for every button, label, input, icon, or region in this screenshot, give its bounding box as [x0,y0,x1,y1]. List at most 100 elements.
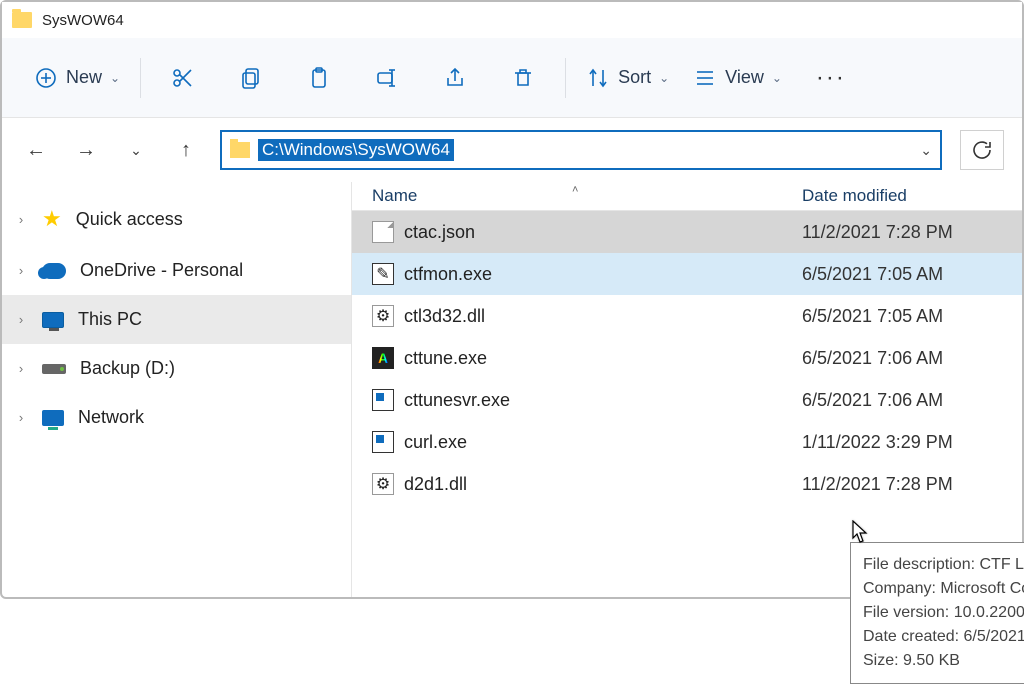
expand-icon[interactable]: › [14,212,28,227]
sort-icon [586,66,610,90]
file-date: 6/5/2021 7:05 AM [802,306,1022,327]
title-bar: SysWOW64 [2,2,1022,38]
tooltip-line: Company: Microsoft Corporation [863,577,1024,601]
file-dll-icon: ⚙ [372,305,394,327]
file-exe-icon: A [372,347,394,369]
share-button[interactable] [421,58,489,98]
more-button[interactable]: ··· [794,56,868,100]
view-icon [693,66,717,90]
new-button[interactable]: New ⌄ [22,58,132,98]
chevron-down-icon: ⌄ [110,71,120,85]
file-row[interactable]: ⚙ ctl3d32.dll 6/5/2021 7:05 AM [352,295,1022,337]
monitor-icon [42,312,64,328]
sidebar-item-this-pc[interactable]: › This PC [2,295,351,344]
new-label: New [66,67,102,88]
file-tooltip: File description: CTF Loader Company: Mi… [850,542,1024,684]
copy-icon [239,66,263,90]
refresh-button[interactable] [960,130,1004,170]
view-button[interactable]: View ⌄ [681,58,794,98]
file-exe-icon: ✎ [372,263,394,285]
tooltip-line: File version: 10.0.22000.1 [863,601,1024,625]
column-label: Name [372,186,417,205]
column-label: Date modified [802,186,907,205]
column-headers: Name ˄ Date modified [352,182,1022,211]
sidebar-item-network[interactable]: › Network [2,393,351,442]
copy-button[interactable] [217,58,285,98]
file-name: ctfmon.exe [404,264,492,285]
column-header-date[interactable]: Date modified [802,186,1022,206]
cut-button[interactable] [149,58,217,98]
sidebar-item-onedrive[interactable]: › OneDrive - Personal [2,246,351,295]
sidebar-item-backup-drive[interactable]: › Backup (D:) [2,344,351,393]
column-header-name[interactable]: Name ˄ [372,186,802,206]
file-json-icon [372,221,394,243]
rename-button[interactable] [353,58,421,98]
back-button[interactable]: ← [20,134,52,166]
file-exe-icon [372,431,394,453]
toolbar: New ⌄ Sort ⌄ View ⌄ ··· [2,38,1022,118]
sort-button[interactable]: Sort ⌄ [574,58,681,98]
file-name: cttunesvr.exe [404,390,510,411]
expand-icon[interactable]: › [14,361,28,376]
up-button[interactable]: ↑ [170,134,202,166]
file-name: cttune.exe [404,348,487,369]
expand-icon[interactable]: › [14,312,28,327]
ellipsis-icon: ··· [816,64,846,92]
file-row[interactable]: ⚙ d2d1.dll 11/2/2021 7:28 PM [352,463,1022,505]
file-exe-icon [372,389,394,411]
share-icon [443,66,467,90]
navigation-pane: › ★ Quick access › OneDrive - Personal ›… [2,182,352,597]
file-date: 11/2/2021 7:28 PM [802,222,1022,243]
sidebar-item-label: Network [78,407,144,428]
expand-icon[interactable]: › [14,410,28,425]
file-date: 6/5/2021 7:05 AM [802,264,1022,285]
window-folder-icon [12,12,32,28]
file-name: d2d1.dll [404,474,467,495]
chevron-down-icon: ⌄ [772,71,782,85]
clipboard-icon [307,66,331,90]
file-date: 11/2/2021 7:28 PM [802,474,1022,495]
window-title: SysWOW64 [42,12,124,29]
tooltip-line: File description: CTF Loader [863,553,1024,577]
file-date: 6/5/2021 7:06 AM [802,390,1022,411]
file-row[interactable]: Acttune.exe 6/5/2021 7:06 AM [352,337,1022,379]
file-dll-icon: ⚙ [372,473,394,495]
recent-locations-button[interactable]: ⌄ [120,134,152,166]
sidebar-item-quick-access[interactable]: › ★ Quick access [2,192,351,246]
network-icon [42,410,64,426]
delete-button[interactable] [489,58,557,98]
tooltip-line: Date created: 6/5/2021 7:05 AM [863,625,1024,649]
sidebar-item-label: Quick access [76,209,183,230]
address-bar-row: ← → ⌄ ↑ C:\Windows\SysWOW64 ⌄ [2,118,1022,182]
trash-icon [511,66,535,90]
file-name: ctl3d32.dll [404,306,485,327]
toolbar-divider [140,58,141,98]
file-row[interactable]: curl.exe 1/11/2022 3:29 PM [352,421,1022,463]
file-row[interactable]: cttunesvr.exe 6/5/2021 7:06 AM [352,379,1022,421]
file-date: 1/11/2022 3:29 PM [802,432,1022,453]
cloud-icon [42,263,66,279]
address-path: C:\Windows\SysWOW64 [258,139,454,161]
sidebar-item-label: This PC [78,309,142,330]
forward-button[interactable]: → [70,134,102,166]
sidebar-item-label: OneDrive - Personal [80,260,243,281]
star-icon: ★ [42,206,62,232]
folder-icon [230,142,250,158]
chevron-down-icon: ⌄ [659,71,669,85]
toolbar-divider [565,58,566,98]
view-label: View [725,67,764,88]
chevron-down-icon[interactable]: ⌄ [920,142,932,159]
cursor-icon [852,520,870,544]
paste-button[interactable] [285,58,353,98]
refresh-icon [970,138,994,162]
sort-label: Sort [618,67,651,88]
file-row[interactable]: ctac.json 11/2/2021 7:28 PM [352,211,1022,253]
sort-ascending-icon: ˄ [572,184,578,196]
file-row[interactable]: ✎ ctfmon.exe 6/5/2021 7:05 AM [352,253,1022,295]
scissors-icon [171,66,195,90]
sidebar-item-label: Backup (D:) [80,358,175,379]
expand-icon[interactable]: › [14,263,28,278]
plus-circle-icon [34,66,58,90]
address-bar[interactable]: C:\Windows\SysWOW64 ⌄ [220,130,942,170]
rename-icon [375,66,399,90]
